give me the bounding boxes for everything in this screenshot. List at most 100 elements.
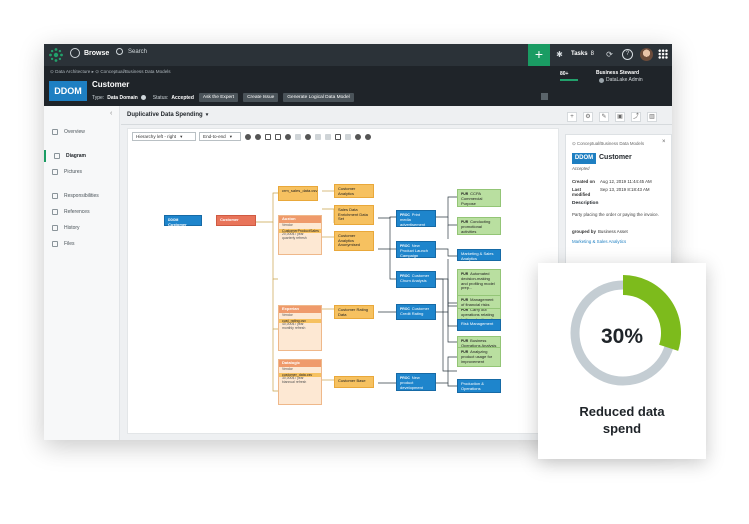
overview-icon: [52, 129, 58, 135]
vendor-name: Experian: [279, 306, 321, 313]
description-heading: Description: [572, 201, 599, 206]
customer-analytics-node[interactable]: Customer Analytics: [334, 184, 374, 198]
churn-analysis-node[interactable]: PROC Customer Churn Analysis: [396, 271, 436, 288]
create-issue-button[interactable]: Create Issue: [243, 93, 279, 102]
panel-title[interactable]: Customer: [599, 154, 632, 161]
type-label: Type:: [92, 94, 105, 101]
collibra-logo-icon[interactable]: [48, 47, 64, 63]
diagram-view-select[interactable]: Duplicative Data Spending ▾: [127, 112, 208, 118]
grouped-label: grouped by: [572, 229, 596, 234]
help-icon[interactable]: ?: [622, 49, 633, 60]
asset-type-badge: DDOM: [49, 81, 87, 101]
side-nav: ‹ Overview Diagram Pictures Responsibili…: [44, 106, 120, 440]
node-label: Production & Operations: [461, 381, 484, 391]
sync-icon[interactable]: ⟳: [604, 49, 615, 60]
browse-button[interactable]: Browse: [70, 48, 109, 58]
add-icon[interactable]: +: [567, 112, 577, 122]
experian-vendor-node[interactable]: Experian Vendor cust_rating.csv 40,000$ …: [278, 305, 322, 351]
stat-card: 30% Reduced data spend: [538, 263, 706, 459]
nav-item-responsibilities[interactable]: Responsibilities: [44, 190, 120, 202]
vendor-refresh: monthly refresh: [282, 325, 306, 330]
crm-file-node[interactable]: crm_sales_data.csv: [278, 186, 318, 201]
diagram-view-label: Duplicative Data Spending: [127, 112, 203, 118]
save-icon[interactable]: ▣: [615, 112, 625, 122]
nav-label: Pictures: [64, 169, 83, 175]
chevron-down-icon: ▾: [205, 112, 209, 118]
grouped-value: Business Asset: [598, 229, 628, 234]
vendor-refresh: biannual refresh: [282, 379, 307, 384]
new-product-launch-node[interactable]: PROC New Product Launch Campaign: [396, 241, 436, 258]
breadcrumb[interactable]: ⊙ Data Architecture ▸ ⊙ Conceptual/Busin…: [50, 69, 171, 75]
automated-decision-node[interactable]: PUR Automated decision-making and profili…: [457, 269, 501, 297]
customer-rating-node[interactable]: Customer Rating Data: [334, 305, 374, 319]
customer-node[interactable]: Customer: [216, 215, 256, 226]
customer-base-node[interactable]: Customer Base: [334, 376, 374, 388]
generate-model-button[interactable]: Generate Logical Data Model: [283, 93, 354, 102]
customer-analytics-anon-node[interactable]: Customer Analytics Anonymised: [334, 231, 374, 251]
top-bar: Browse Search + ✱ Tasks 8 ⟳ ?: [44, 44, 672, 66]
credit-rating-node[interactable]: PROC Customer Credit Rating: [396, 304, 436, 320]
header-stat-bar: [560, 79, 578, 81]
description-text: Party placing the order or paying the in…: [572, 212, 659, 217]
financial-risk-node[interactable]: PUR Management of financial risks: [457, 295, 501, 309]
steward-role: Business Steward: [596, 70, 640, 76]
apps-grid-icon[interactable]: [658, 49, 668, 59]
node-label: Customer Base: [338, 378, 366, 383]
stat-caption-line-2: spend: [602, 421, 642, 436]
files-icon: [52, 241, 58, 247]
nav-item-files[interactable]: Files: [44, 238, 120, 250]
close-icon[interactable]: ×: [662, 139, 666, 145]
share-icon[interactable]: ⤴: [631, 112, 641, 122]
ask-expert-button[interactable]: Ask the Expert: [198, 93, 239, 102]
settings-icon[interactable]: ⚙: [583, 112, 593, 122]
modified-label: Last modified: [572, 187, 591, 197]
view-actions: + ⚙ ✎ ▣ ⤴ ▥: [567, 112, 657, 122]
tasks-button[interactable]: Tasks 8: [571, 51, 594, 57]
auxion-vendor-node[interactable]: Auxion Vendor CustomerProductSales 20,00…: [278, 215, 322, 255]
nav-label: References: [64, 209, 90, 215]
product-usage-node[interactable]: PUR Analyzing product usage for improveme…: [457, 347, 501, 367]
tab-divider: [121, 124, 672, 125]
datalogic-vendor-node[interactable]: Datalogic Vendor customer_data.csv 30,00…: [278, 359, 322, 405]
stat-percent: 30%: [600, 325, 644, 348]
user-avatar[interactable]: [640, 48, 653, 61]
nav-item-overview[interactable]: Overview: [44, 126, 120, 138]
print-media-node[interactable]: PROC Print media advertisement: [396, 210, 436, 227]
ccpa-node[interactable]: PUR CCPA Commercial Purpose: [457, 189, 501, 207]
production-operations-node[interactable]: Production & Operations: [457, 379, 501, 393]
collapse-header-button[interactable]: [541, 93, 548, 100]
asset-header: ⊙ Data Architecture ▸ ⊙ Conceptual/Busin…: [44, 66, 672, 106]
panel-type-badge: DDOM: [572, 153, 596, 164]
created-label: Created on: [572, 179, 595, 184]
nav-label: Overview: [64, 129, 85, 135]
status-label: Status:: [152, 94, 169, 101]
nav-label: Responsibilities: [64, 193, 99, 199]
sales-data-node[interactable]: Sales Data Enrichment Data Set: [334, 205, 374, 225]
marketing-analytics-node[interactable]: Marketing & Sales Analytics: [457, 249, 501, 261]
collapse-nav-icon[interactable]: ‹: [110, 110, 112, 117]
nav-item-history[interactable]: History: [44, 222, 120, 234]
nav-item-pictures[interactable]: Pictures: [44, 166, 120, 178]
product-development-node[interactable]: PROC New product development process: [396, 373, 436, 394]
vendor-refresh: quarterly refresh: [282, 235, 307, 240]
risk-management-node[interactable]: Risk Management: [457, 319, 501, 331]
delete-icon[interactable]: ▥: [647, 112, 657, 122]
panel-breadcrumb[interactable]: ⊙ Conceptual/Business Data Models: [572, 141, 644, 147]
bug-icon[interactable]: ✱: [554, 49, 565, 60]
diagram-canvas[interactable]: Hierarchy left - right ▾ End-to-end ▾ DD…: [127, 128, 559, 434]
steward-name: DataLake Admin: [606, 77, 643, 83]
edit-icon[interactable]: ✎: [599, 112, 609, 122]
type-value[interactable]: Data Domain: [107, 95, 138, 101]
search-input[interactable]: Search: [116, 48, 147, 55]
promotional-node[interactable]: PUR Conducting promotional activities: [457, 217, 501, 235]
steward-user[interactable]: DataLake Admin: [599, 77, 643, 83]
responsibilities-icon: [52, 193, 58, 199]
info-icon[interactable]: [140, 95, 146, 100]
create-button[interactable]: +: [528, 44, 550, 66]
nav-item-references[interactable]: References: [44, 206, 120, 218]
nav-item-diagram[interactable]: Diagram: [44, 150, 120, 162]
root-data-domain-node[interactable]: DDOMCustomer: [164, 215, 202, 227]
node-label: Customer Rating Data: [338, 307, 369, 317]
marketing-link[interactable]: Marketing & Sales Analytics: [572, 239, 626, 244]
node-label: Customer Analytics Anonymised: [338, 233, 361, 248]
